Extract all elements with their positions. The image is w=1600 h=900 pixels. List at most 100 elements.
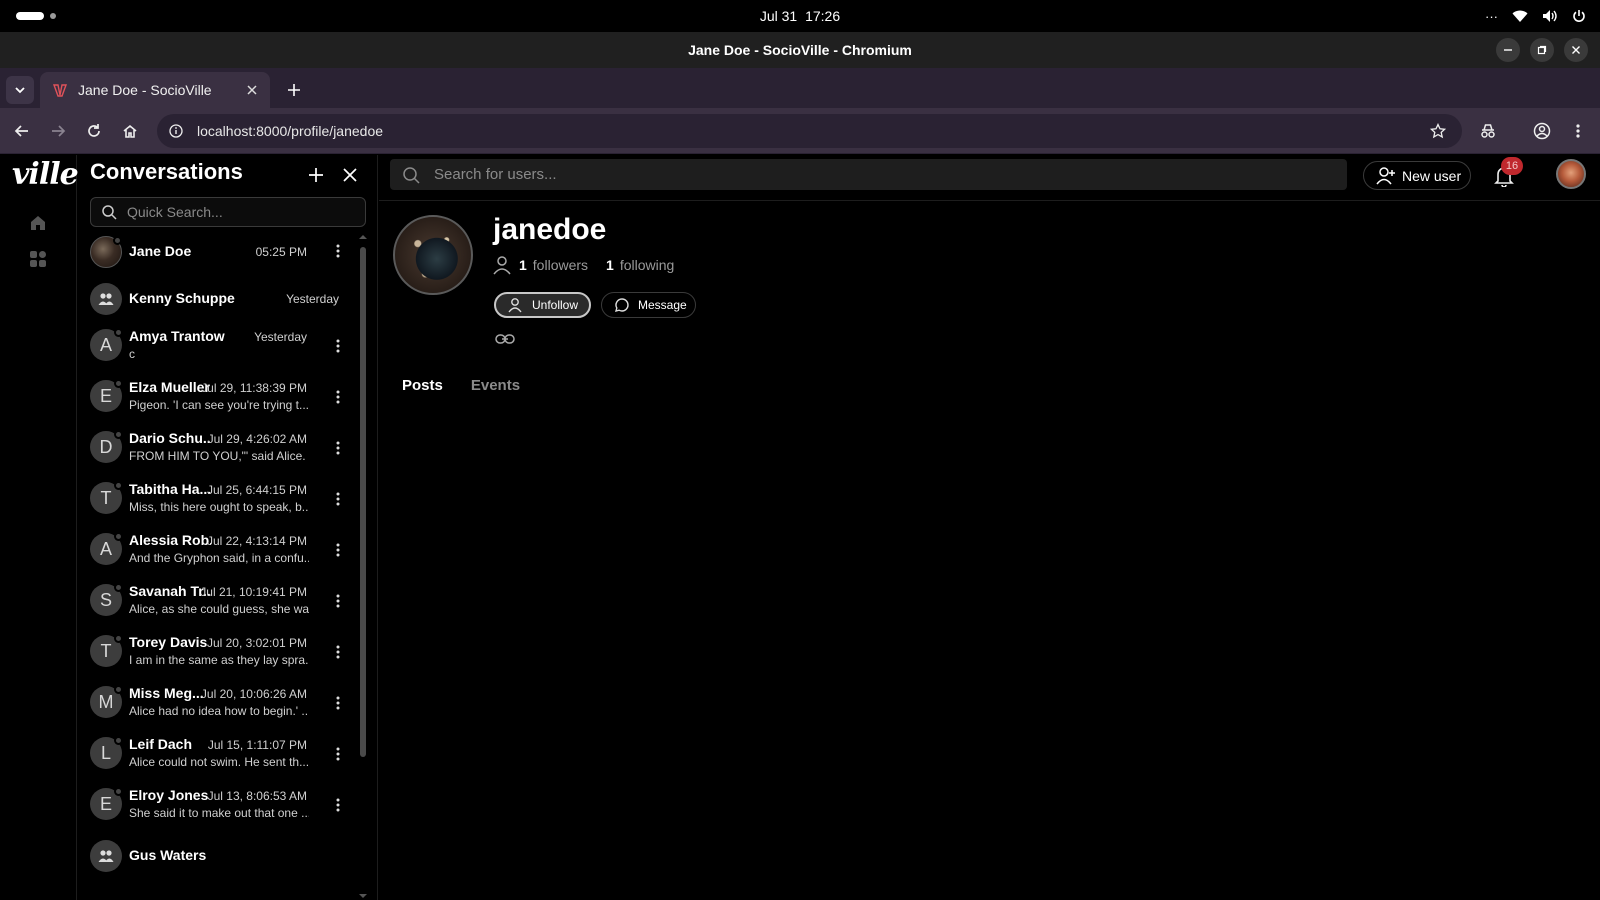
message-button[interactable]: Message: [601, 292, 696, 318]
new-tab-button[interactable]: [280, 76, 308, 104]
more-vertical-icon: [336, 747, 340, 761]
presence-dot: [114, 685, 123, 694]
app-logo[interactable]: ville: [12, 157, 79, 192]
new-user-button[interactable]: New user: [1363, 161, 1471, 190]
incognito-icon: [1481, 124, 1495, 138]
conversation-name: Torey Davis: [129, 634, 208, 650]
minimize-button[interactable]: [1496, 38, 1520, 62]
conversation-scrollbar[interactable]: [358, 233, 368, 900]
browser-tab-active[interactable]: Jane Doe - SocioVille: [40, 72, 270, 108]
chat-bubble-icon: [615, 298, 629, 312]
home-icon: [123, 124, 137, 138]
home-nav-button[interactable]: [26, 211, 50, 235]
conversation-menu-button[interactable]: [330, 387, 346, 407]
user-search-input[interactable]: [434, 166, 1314, 183]
conversation-menu-button[interactable]: [330, 744, 346, 764]
close-window-button[interactable]: [1564, 38, 1588, 62]
conversation-item[interactable]: A Alessia Rob...Jul 22, 4:13:14 PM And the…: [78, 531, 368, 582]
close-conversations-button[interactable]: [338, 163, 362, 187]
clock[interactable]: Jul 31 17:26: [0, 0, 1600, 32]
browser-menu-button[interactable]: [1564, 117, 1592, 145]
group-icon: [98, 293, 114, 305]
system-tray[interactable]: ···: [1485, 0, 1586, 32]
chevron-down-icon: [15, 87, 25, 94]
more-vertical-icon: [336, 798, 340, 812]
unfollow-button[interactable]: Unfollow: [494, 292, 591, 318]
followers-count[interactable]: 1: [519, 257, 527, 273]
back-button[interactable]: [8, 117, 36, 145]
conversation-item[interactable]: D Dario Schu... Jul 29, 4:26:02 AM FROM HIM…: [78, 429, 368, 480]
more-vertical-icon: [336, 244, 340, 258]
conversation-preview: Miss, this here ought to speak, b...: [129, 500, 309, 514]
conversation-item[interactable]: S Savanah Tr... Jul 21, 10:19:41 PM Alice, …: [78, 582, 368, 633]
main-content: New user 16 janedoe 1 followers 1 follow…: [379, 155, 1600, 900]
presence-dot: [114, 634, 123, 643]
conversation-preview: Alice, as she could guess, she wa...: [129, 602, 309, 616]
home-button[interactable]: [116, 117, 144, 145]
bookmark-button[interactable]: [1424, 117, 1452, 145]
address-bar[interactable]: localhost:8000/profile/janedoe: [157, 114, 1462, 148]
user-search-box[interactable]: [390, 159, 1347, 190]
conversation-time: Yesterday: [254, 330, 307, 344]
conversation-item[interactable]: E Elza Mueller Jul 29, 11:38:39 PM Pigeon. …: [78, 378, 368, 429]
tab-search-button[interactable]: [6, 76, 34, 104]
more-vertical-icon: [336, 696, 340, 710]
apps-nav-button[interactable]: [26, 247, 50, 271]
conversation-menu-button[interactable]: [330, 795, 346, 815]
conversation-menu-button[interactable]: [330, 336, 346, 356]
extensions-button[interactable]: [1474, 117, 1502, 145]
tab-posts[interactable]: Posts: [402, 377, 443, 394]
conversation-name: Kenny Schuppe: [129, 290, 235, 306]
conversation-menu-button[interactable]: [330, 642, 346, 662]
presence-dot: [114, 328, 123, 337]
conversation-item[interactable]: M Miss Meg... Jul 20, 10:06:26 AM Alice had…: [78, 684, 368, 735]
maximize-button[interactable]: [1530, 38, 1554, 62]
quick-search-input[interactable]: [127, 204, 347, 220]
more-vertical-icon: [336, 390, 340, 404]
conversation-time: Jul 15, 1:11:07 PM: [207, 738, 307, 752]
browser-tab-strip: Jane Doe - SocioVille: [0, 68, 1600, 108]
following-count[interactable]: 1: [606, 257, 614, 273]
conversation-item[interactable]: E Elroy Jones Jul 13, 8:06:53 AM She said i…: [78, 786, 368, 837]
user-plus-icon: [1376, 166, 1395, 184]
conversation-menu-button[interactable]: [330, 540, 346, 560]
conversation-name: Gus Waters: [129, 847, 207, 863]
conversation-avatar: E: [90, 787, 123, 820]
conversation-menu-button[interactable]: [330, 241, 346, 261]
current-user-avatar[interactable]: [1556, 159, 1586, 189]
profile-username: janedoe: [493, 213, 607, 246]
conversation-item[interactable]: Kenny Schuppe Yesterday: [78, 280, 368, 331]
conversation-name: Leif Dach: [129, 736, 193, 752]
more-vertical-icon: [336, 594, 340, 608]
scrollbar-thumb[interactable]: [360, 247, 366, 757]
close-tab-icon[interactable]: [246, 84, 258, 96]
site-info-icon[interactable]: [169, 124, 183, 138]
forward-button[interactable]: [44, 117, 72, 145]
conversation-item[interactable]: T Torey Davis Jul 20, 3:02:01 PM I am in th…: [78, 633, 368, 684]
conversation-time: Jul 20, 10:06:26 AM: [200, 687, 307, 701]
new-conversation-button[interactable]: [304, 163, 328, 187]
conversation-item[interactable]: L Leif Dach Jul 15, 1:11:07 PM Alice could …: [78, 735, 368, 786]
conversation-menu-button[interactable]: [330, 489, 346, 509]
conversation-menu-button[interactable]: [330, 693, 346, 713]
socioville-app: ville Conversations Jane Doe 05:25 PM Kenn…: [0, 155, 1600, 900]
plus-icon: [288, 84, 300, 96]
followers-label[interactable]: followers: [533, 257, 588, 273]
conversation-menu-button[interactable]: [330, 438, 346, 458]
conversation-item[interactable]: A Amya Trantow Yesterday c: [78, 327, 368, 378]
tab-events[interactable]: Events: [471, 377, 520, 394]
following-label[interactable]: following: [620, 257, 674, 273]
conversation-menu-button[interactable]: [330, 591, 346, 611]
reload-icon: [88, 124, 100, 137]
power-icon: [1573, 10, 1585, 22]
conversation-item[interactable]: T Tabitha Ha... Jul 25, 6:44:15 PM Miss, th…: [78, 480, 368, 531]
profile-link-button[interactable]: [494, 329, 516, 349]
conversation-item[interactable]: Gus Waters: [78, 837, 368, 888]
quick-search-box[interactable]: [90, 197, 366, 227]
avatar-initial: D: [99, 436, 113, 457]
profile-button[interactable]: [1528, 117, 1556, 145]
conversation-preview: c: [129, 347, 135, 361]
reload-button[interactable]: [80, 117, 108, 145]
conversation-item[interactable]: Jane Doe 05:25 PM: [78, 233, 368, 284]
presence-dot: [114, 430, 123, 439]
